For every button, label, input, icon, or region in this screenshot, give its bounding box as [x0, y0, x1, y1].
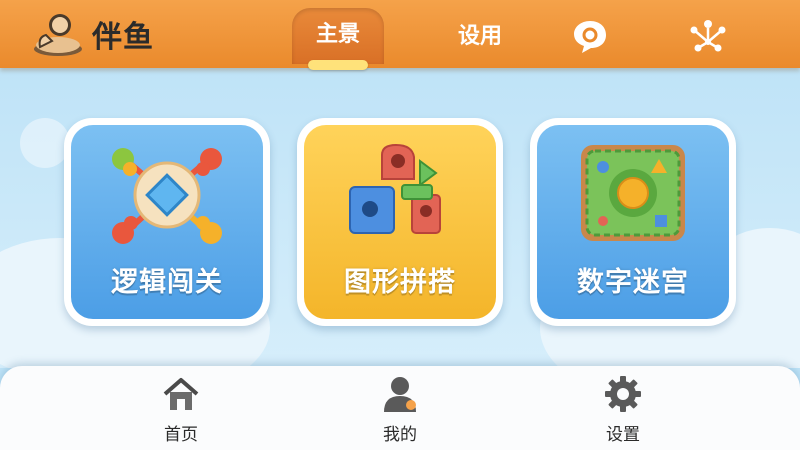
- bottom-navigation: 首页 我的 设置: [0, 366, 800, 450]
- tab-use-label: 设用: [457, 24, 502, 49]
- tab-home[interactable]: 主景: [292, 8, 384, 70]
- card-logic-levels[interactable]: 逻辑闯关: [64, 118, 270, 326]
- tab-home-label: 主景: [315, 22, 360, 47]
- app-logo-icon: [34, 14, 82, 56]
- card-number-maze[interactable]: 数字迷宫: [530, 118, 736, 326]
- app-brand[interactable]: 伴鱼: [30, 10, 154, 58]
- card-shape-building[interactable]: 图形拼搭: [297, 118, 503, 326]
- chat-bubble-icon[interactable]: [570, 16, 610, 56]
- tab-use[interactable]: 设用: [430, 14, 530, 54]
- top-bar: 伴鱼 主景 设用: [0, 0, 800, 70]
- logic-puzzle-icon: [112, 148, 222, 244]
- house-icon: [163, 378, 199, 410]
- nav-home[interactable]: 首页: [136, 374, 226, 446]
- nav-settings[interactable]: 设置: [578, 374, 668, 446]
- nav-settings-label: 设置: [606, 425, 640, 445]
- card-shape-label: 图形拼搭: [344, 267, 456, 298]
- nav-mine-label: 我的: [383, 425, 417, 445]
- user-icon: [384, 377, 416, 412]
- gear-icon: [605, 376, 641, 412]
- maze-board-icon: [581, 145, 685, 241]
- card-logic-label: 逻辑闯关: [111, 267, 223, 298]
- card-maze-label: 数字迷宫: [577, 267, 689, 298]
- active-tab-indicator: [308, 60, 368, 70]
- app-name: 伴鱼: [92, 20, 154, 55]
- building-blocks-icon: [349, 143, 441, 234]
- nav-home-label: 首页: [164, 425, 198, 445]
- network-icon[interactable]: [688, 16, 728, 56]
- nav-mine[interactable]: 我的: [355, 374, 445, 446]
